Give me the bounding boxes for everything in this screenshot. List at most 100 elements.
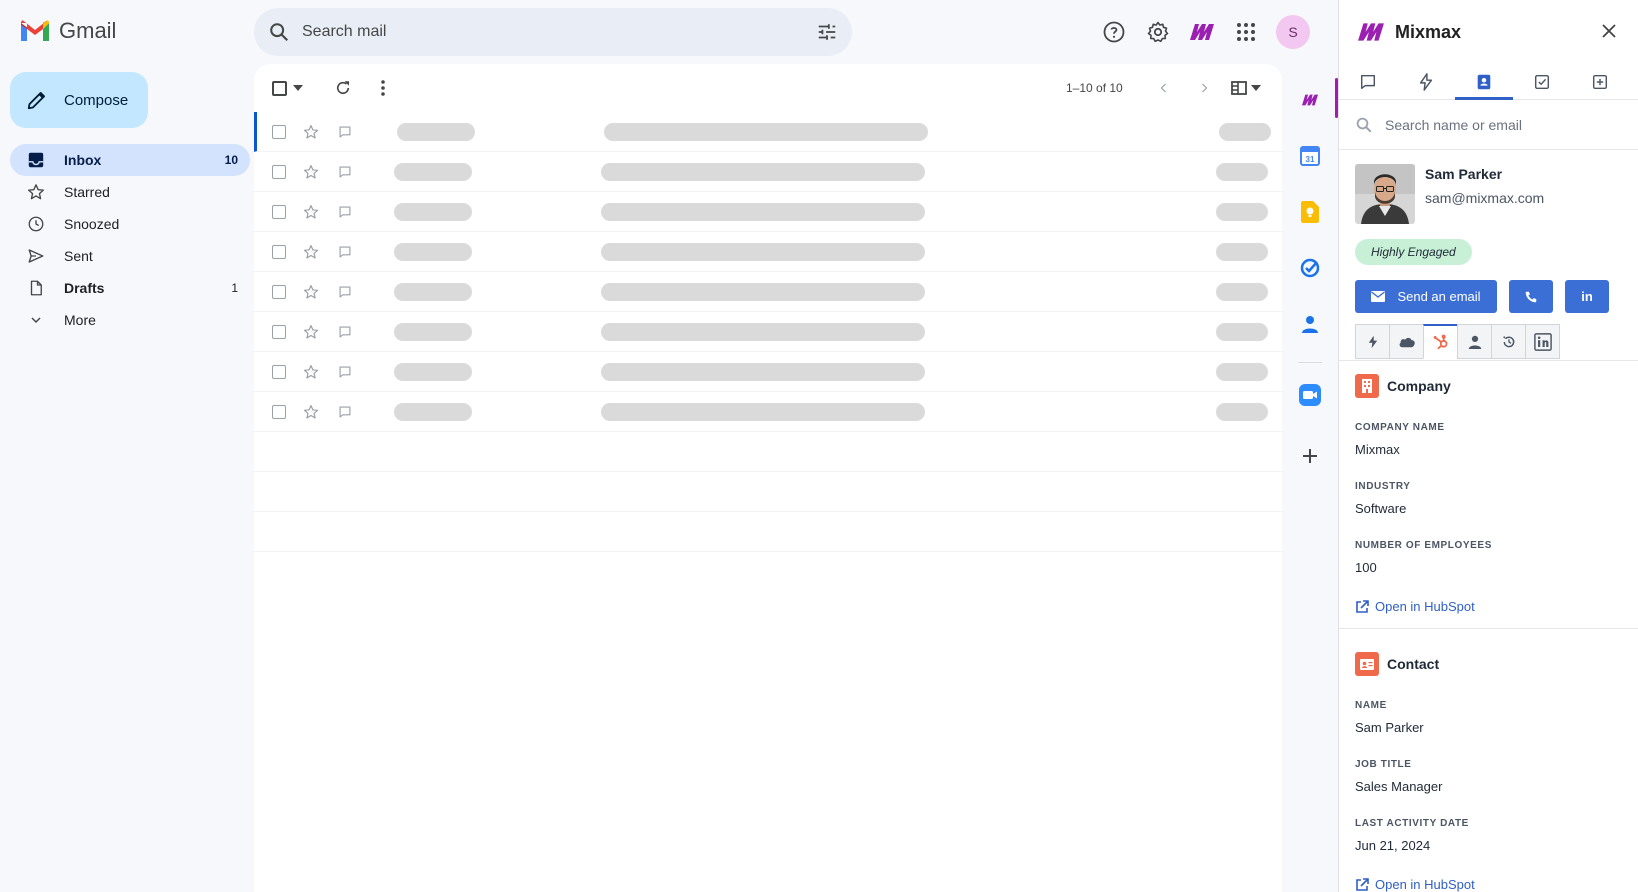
tab-messages[interactable] xyxy=(1339,64,1397,99)
contact-card-icon xyxy=(1477,74,1491,89)
subtab-person[interactable] xyxy=(1457,324,1492,359)
subtab-hubspot[interactable] xyxy=(1423,324,1458,359)
prev-page-icon[interactable] xyxy=(1150,74,1178,102)
next-page-icon[interactable] xyxy=(1190,74,1218,102)
subtab-history[interactable] xyxy=(1491,324,1526,359)
sidebar-item-more[interactable]: More xyxy=(10,304,250,336)
settings-gear-icon[interactable] xyxy=(1140,14,1176,50)
compose-label: Compose xyxy=(64,91,129,109)
row-checkbox[interactable] xyxy=(272,324,286,339)
tab-contacts[interactable] xyxy=(1455,64,1513,100)
skeleton-sender xyxy=(394,362,472,381)
skeleton-subject xyxy=(601,202,925,221)
subtab-divider xyxy=(1339,360,1638,361)
skeleton-date xyxy=(1216,322,1268,341)
star-icon[interactable] xyxy=(302,244,320,260)
tab-rules[interactable] xyxy=(1397,64,1455,99)
subtab-salesforce[interactable] xyxy=(1389,324,1424,359)
sidebar-item-inbox[interactable]: Inbox 10 xyxy=(10,144,250,176)
star-icon[interactable] xyxy=(302,324,320,340)
star-icon[interactable] xyxy=(302,364,320,380)
close-icon[interactable] xyxy=(1598,20,1620,42)
subtab-linkedin[interactable] xyxy=(1525,324,1560,359)
account-avatar[interactable]: S xyxy=(1276,15,1310,49)
add-addon-icon[interactable] xyxy=(1288,438,1332,474)
send-email-label: Send an email xyxy=(1397,289,1481,304)
chat-bubble-icon xyxy=(336,125,354,139)
company-name-value: Mixmax xyxy=(1355,442,1400,457)
search-input[interactable]: Search mail xyxy=(302,23,816,41)
company-section: Company COMPANY NAME Mixmax INDUSTRY Sof… xyxy=(1355,374,1625,614)
star-icon[interactable] xyxy=(302,404,320,420)
call-button[interactable] xyxy=(1509,280,1553,313)
last-activity-value: Jun 21, 2024 xyxy=(1355,838,1431,853)
search-icon[interactable] xyxy=(268,21,290,43)
skeleton-date xyxy=(1216,162,1268,181)
side-addon-strip: 31 xyxy=(1288,72,1338,474)
table-row[interactable] xyxy=(254,192,1282,232)
table-row[interactable] xyxy=(254,352,1282,392)
table-row[interactable] xyxy=(254,232,1282,272)
contacts-icon[interactable] xyxy=(1288,296,1332,352)
sidebar-item-label: Drafts xyxy=(64,280,105,296)
star-icon[interactable] xyxy=(302,124,320,140)
row-checkbox[interactable] xyxy=(272,284,286,299)
tab-add[interactable] xyxy=(1571,64,1629,99)
sidebar-item-label: Inbox xyxy=(64,152,102,168)
hubspot-icon xyxy=(1433,334,1447,350)
table-row[interactable] xyxy=(254,312,1282,352)
sidebar-item-starred[interactable]: Starred xyxy=(10,176,250,208)
sidebar-item-snoozed[interactable]: Snoozed xyxy=(10,208,250,240)
row-checkbox[interactable] xyxy=(272,164,286,179)
calendar-icon[interactable]: 31 xyxy=(1288,128,1332,184)
bolt-icon xyxy=(1419,72,1433,91)
contact-search-input[interactable]: Search name or email xyxy=(1385,117,1522,133)
select-all-checkbox[interactable] xyxy=(272,73,312,103)
compose-button[interactable]: Compose xyxy=(10,72,148,128)
help-icon[interactable] xyxy=(1096,14,1132,50)
more-vert-icon[interactable] xyxy=(368,73,398,103)
skeleton-date xyxy=(1216,362,1268,381)
svg-text:31: 31 xyxy=(1306,155,1315,164)
mixmax-icon[interactable] xyxy=(1184,14,1220,50)
row-checkbox[interactable] xyxy=(272,364,286,379)
mixmax-addon-icon[interactable] xyxy=(1288,72,1338,128)
draft-icon xyxy=(26,278,46,298)
crm-subtabs xyxy=(1355,324,1560,359)
tasks-icon[interactable] xyxy=(1288,240,1332,296)
subtab-activity[interactable] xyxy=(1355,324,1390,359)
table-row[interactable] xyxy=(254,112,1282,152)
table-row[interactable] xyxy=(254,152,1282,192)
table-row[interactable] xyxy=(254,272,1282,312)
skeleton-sender xyxy=(397,122,475,141)
linkedin-button[interactable]: in xyxy=(1565,280,1609,313)
skeleton-subject xyxy=(601,282,925,301)
skeleton-subject xyxy=(604,122,928,141)
row-checkbox[interactable] xyxy=(272,404,286,419)
open-in-hubspot-link[interactable]: Open in HubSpot xyxy=(1355,877,1625,892)
search-bar[interactable]: Search mail xyxy=(254,8,852,56)
tab-tasks[interactable] xyxy=(1513,64,1571,99)
filter-options-icon[interactable] xyxy=(816,21,838,43)
split-pane-toggle-icon[interactable] xyxy=(1224,74,1268,102)
contact-search[interactable]: Search name or email xyxy=(1339,100,1638,150)
open-in-hubspot-link[interactable]: Open in HubSpot xyxy=(1355,599,1625,614)
sidebar-item-sent[interactable]: Sent xyxy=(10,240,250,272)
star-icon[interactable] xyxy=(302,284,320,300)
row-checkbox[interactable] xyxy=(272,244,286,259)
row-checkbox[interactable] xyxy=(272,204,286,219)
table-row[interactable] xyxy=(254,392,1282,432)
mail-icon xyxy=(1371,291,1386,302)
keep-icon[interactable] xyxy=(1288,184,1332,240)
gmail-logo[interactable]: Gmail xyxy=(19,18,116,44)
apps-grid-icon[interactable] xyxy=(1228,14,1264,50)
row-checkbox[interactable] xyxy=(272,124,286,139)
star-icon[interactable] xyxy=(302,204,320,220)
star-icon[interactable] xyxy=(302,164,320,180)
zoom-icon[interactable] xyxy=(1288,373,1332,417)
empty-row xyxy=(254,512,1282,552)
employees-value: 100 xyxy=(1355,560,1377,575)
sidebar-item-drafts[interactable]: Drafts 1 xyxy=(10,272,250,304)
send-email-button[interactable]: Send an email xyxy=(1355,280,1497,313)
refresh-icon[interactable] xyxy=(328,73,358,103)
